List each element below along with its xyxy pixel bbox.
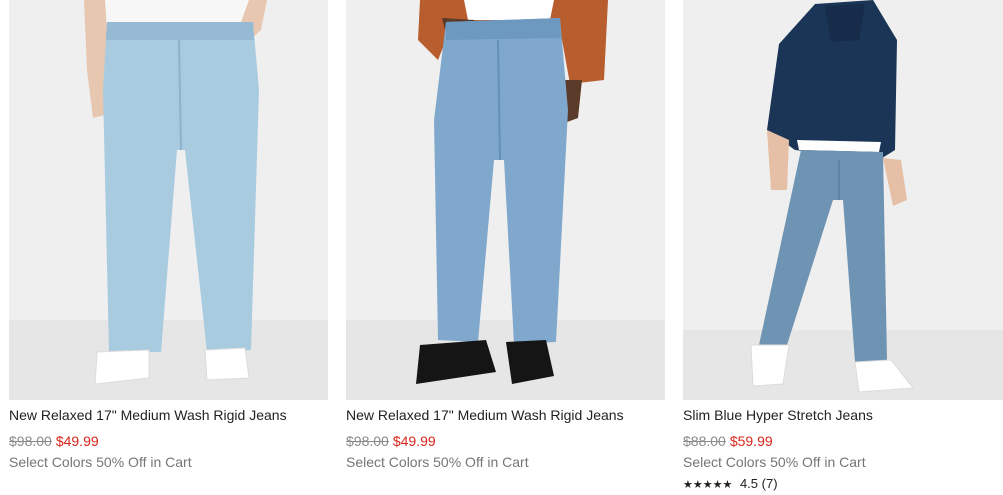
- product-photo: [346, 0, 665, 400]
- product-image[interactable]: [683, 0, 1003, 400]
- product-image[interactable]: [9, 0, 328, 400]
- product-photo: [9, 0, 328, 400]
- original-price: $98.00: [346, 433, 389, 449]
- product-title[interactable]: Slim Blue Hyper Stretch Jeans: [683, 406, 1003, 424]
- promo-text: Select Colors 50% Off in Cart: [683, 454, 866, 470]
- rating[interactable]: ★★★★★ 4.5 (7): [683, 476, 1003, 493]
- original-price: $98.00: [9, 433, 52, 449]
- star-rating-icon: ★★★★★: [683, 479, 733, 491]
- original-price: $88.00: [683, 433, 726, 449]
- review-count: (7): [761, 476, 778, 491]
- sale-price: $49.99: [55, 433, 99, 449]
- product-photo: [683, 0, 1003, 400]
- sale-price: $49.99: [392, 433, 436, 449]
- price-block: $98.00 $49.99: [9, 432, 328, 450]
- price-block: $88.00 $59.99: [683, 432, 1003, 450]
- promo-text: Select Colors 50% Off in Cart: [346, 454, 529, 470]
- product-card[interactable]: New Relaxed 17" Medium Wash Rigid Jeans …: [346, 0, 665, 471]
- product-image[interactable]: [346, 0, 665, 400]
- sale-price: $59.99: [729, 433, 773, 449]
- product-card[interactable]: New Relaxed 17" Medium Wash Rigid Jeans …: [9, 0, 328, 471]
- rating-value: 4.5: [739, 476, 759, 491]
- promo-text: Select Colors 50% Off in Cart: [9, 454, 192, 470]
- price-block: $98.00 $49.99: [346, 432, 665, 450]
- product-grid: New Relaxed 17" Medium Wash Rigid Jeans …: [0, 0, 1003, 495]
- product-title[interactable]: New Relaxed 17" Medium Wash Rigid Jeans: [346, 406, 665, 424]
- product-card[interactable]: Slim Blue Hyper Stretch Jeans $88.00 $59.…: [683, 0, 1003, 493]
- product-title[interactable]: New Relaxed 17" Medium Wash Rigid Jeans: [9, 406, 328, 424]
